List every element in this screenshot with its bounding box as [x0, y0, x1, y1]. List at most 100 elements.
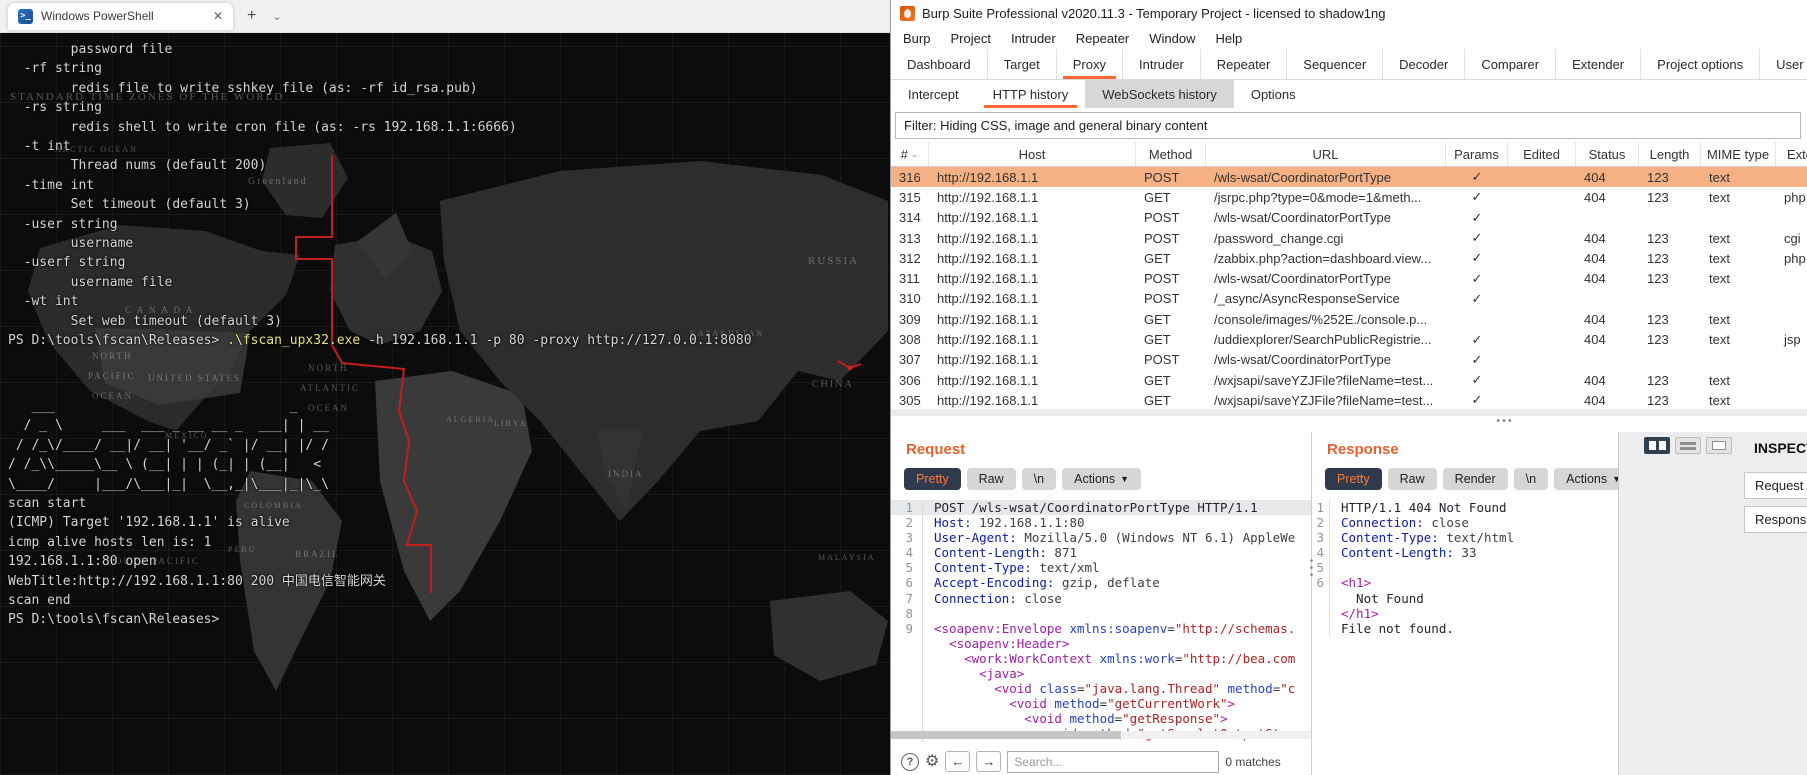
- line-number: 3: [1312, 530, 1330, 545]
- proxy-filter-bar[interactable]: Filter: Hiding CSS, image and general bi…: [895, 112, 1801, 139]
- cell-length: 123: [1639, 393, 1701, 408]
- inspector-section-response-headers[interactable]: Response Headers: [1744, 506, 1807, 533]
- terminal-tab[interactable]: >_ Windows PowerShell ✕: [8, 3, 233, 30]
- tab-project-options[interactable]: Project options: [1641, 49, 1760, 79]
- code-line: <java>: [891, 666, 1311, 681]
- column-header--[interactable]: #⌄: [891, 142, 929, 166]
- tab-target[interactable]: Target: [988, 49, 1057, 79]
- editor-tab-raw[interactable]: Raw: [967, 468, 1016, 490]
- table-row[interactable]: 315http://192.168.1.1GET/jsrpc.php?type=…: [891, 187, 1807, 207]
- menu-repeater[interactable]: Repeater: [1066, 31, 1139, 46]
- code-token: <soapenv:Header>: [934, 636, 1069, 651]
- tab-websockets-history[interactable]: WebSockets history: [1085, 80, 1234, 108]
- prev-match-button[interactable]: ←: [945, 751, 970, 772]
- tab-sequencer[interactable]: Sequencer: [1287, 49, 1383, 79]
- menu-burp[interactable]: Burp: [893, 31, 940, 46]
- table-row[interactable]: 306http://192.168.1.1GET/wxjsapi/saveYZJ…: [891, 370, 1807, 390]
- help-icon[interactable]: ?: [901, 753, 919, 771]
- line-number: 6: [891, 575, 923, 590]
- tab-decoder[interactable]: Decoder: [1383, 49, 1465, 79]
- editor-tab-n[interactable]: \n: [1514, 468, 1548, 490]
- code-text: Accept-Encoding: gzip, deflate: [923, 575, 1160, 590]
- column-header-length[interactable]: Length: [1639, 142, 1701, 166]
- menu-window[interactable]: Window: [1139, 31, 1205, 46]
- scan-output-line: 192.168.1.1:80 open: [8, 552, 386, 571]
- table-row[interactable]: 314http://192.168.1.1POST/wls-wsat/Coord…: [891, 208, 1807, 228]
- menu-help[interactable]: Help: [1205, 31, 1252, 46]
- column-header-method[interactable]: Method: [1136, 142, 1206, 166]
- column-header-extension[interactable]: Extension: [1776, 142, 1807, 166]
- editor-tab-n[interactable]: \n: [1022, 468, 1056, 490]
- tab-proxy[interactable]: Proxy: [1057, 49, 1123, 79]
- menu-project[interactable]: Project: [940, 31, 1000, 46]
- editor-tab-pretty[interactable]: Pretty: [1325, 468, 1382, 490]
- cell-method: POST: [1136, 271, 1206, 286]
- code-text: <void class="java.lang.Thread" method="c: [923, 681, 1295, 696]
- close-tab-icon[interactable]: ✕: [213, 9, 223, 23]
- code-text: [923, 606, 934, 621]
- code-token: close: [1424, 515, 1469, 530]
- column-header-mime-type[interactable]: MIME type: [1701, 142, 1776, 166]
- table-row[interactable]: 311http://192.168.1.1POST/wls-wsat/Coord…: [891, 268, 1807, 288]
- splitter-handle-icon[interactable]: •••: [1492, 416, 1518, 426]
- code-text: <h1>: [1330, 575, 1371, 590]
- cell-length: 123: [1639, 373, 1701, 388]
- new-tab-button[interactable]: +: [247, 7, 256, 25]
- next-match-button[interactable]: →: [976, 751, 1001, 772]
- column-header-edited[interactable]: Edited: [1508, 142, 1576, 166]
- table-row[interactable]: 313http://192.168.1.1POST/password_chang…: [891, 228, 1807, 248]
- code-token: >: [1228, 696, 1236, 711]
- editor-tab-pretty[interactable]: Pretty: [904, 468, 961, 490]
- request-hscrollbar[interactable]: [891, 731, 1311, 739]
- tab-intruder[interactable]: Intruder: [1123, 49, 1201, 79]
- cell-host: http://192.168.1.1: [929, 190, 1136, 205]
- inspector-section-request-attributes[interactable]: Request Attributes: [1744, 472, 1807, 499]
- tab-repeater[interactable]: Repeater: [1201, 49, 1287, 79]
- editor-tab-render[interactable]: Render: [1443, 468, 1508, 490]
- proxy-sub-tabs: InterceptHTTP historyWebSockets historyO…: [891, 80, 1807, 108]
- tab-http-history[interactable]: HTTP history: [976, 80, 1086, 108]
- rows-layout-icon[interactable]: [1675, 437, 1701, 454]
- tab-options[interactable]: Options: [1234, 80, 1313, 108]
- menu-intruder[interactable]: Intruder: [1001, 31, 1066, 46]
- table-scrollbar[interactable]: [891, 409, 1807, 416]
- cell-url: /wls-wsat/CoordinatorPortType: [1206, 210, 1446, 225]
- editor-tab-raw[interactable]: Raw: [1388, 468, 1437, 490]
- cell-host: http://192.168.1.1: [929, 373, 1136, 388]
- editor-tab-actions[interactable]: Actions▼: [1062, 468, 1141, 490]
- single-pane-layout-icon[interactable]: [1706, 437, 1732, 454]
- code-text: Connection: close: [923, 591, 1062, 606]
- code-token: Content-Length:: [1341, 545, 1454, 560]
- code-token: gzip, deflate: [1054, 575, 1159, 590]
- request-pane: Request PrettyRaw\nActions▼ 1POST /wls-w…: [891, 432, 1311, 775]
- fscan-banner-line: / /_\\_____\__ \ (__| | | (_| | (__| <: [8, 455, 386, 474]
- tab-dashboard[interactable]: Dashboard: [891, 49, 988, 79]
- gear-icon[interactable]: ⚙: [925, 754, 939, 770]
- table-row[interactable]: 312http://192.168.1.1GET/zabbix.php?acti…: [891, 248, 1807, 268]
- tab-dropdown-icon[interactable]: ⌄: [272, 10, 281, 23]
- column-header-status[interactable]: Status: [1576, 142, 1639, 166]
- request-search-input[interactable]: [1007, 751, 1219, 773]
- table-row[interactable]: 310http://192.168.1.1POST/_async/AsyncRe…: [891, 289, 1807, 309]
- table-row[interactable]: 309http://192.168.1.1GET/console/images/…: [891, 309, 1807, 329]
- tab-extender[interactable]: Extender: [1556, 49, 1641, 79]
- response-editor[interactable]: 1HTTP/1.1 404 Not Found2Connection: clos…: [1312, 500, 1618, 775]
- terminal-content[interactable]: STANDARD TIME ZONES OF THE WORLDARCTIC O…: [0, 33, 890, 775]
- column-header-url[interactable]: URL: [1206, 142, 1446, 166]
- table-row[interactable]: 305http://192.168.1.1GET/wxjsapi/saveYZJ…: [891, 390, 1807, 410]
- code-text: [1330, 560, 1341, 575]
- table-row[interactable]: 316http://192.168.1.1POST/wls-wsat/Coord…: [891, 167, 1807, 187]
- column-header-host[interactable]: Host: [929, 142, 1136, 166]
- cell-method: GET: [1136, 393, 1206, 408]
- editor-tab-actions[interactable]: Actions▼: [1554, 468, 1618, 490]
- tab-underline: [1129, 76, 1194, 79]
- terminal-line: Set web timeout (default 3): [8, 312, 752, 331]
- tab-comparer[interactable]: Comparer: [1465, 49, 1556, 79]
- map-label: NORTH: [308, 363, 348, 373]
- column-header-params[interactable]: Params: [1446, 142, 1508, 166]
- table-row[interactable]: 307http://192.168.1.1POST/wls-wsat/Coord…: [891, 350, 1807, 370]
- columns-layout-icon[interactable]: [1644, 437, 1670, 454]
- tab-intercept[interactable]: Intercept: [891, 80, 976, 108]
- tab-user-options[interactable]: User options: [1760, 49, 1807, 79]
- table-row[interactable]: 308http://192.168.1.1GET/uddiexplorer/Se…: [891, 329, 1807, 349]
